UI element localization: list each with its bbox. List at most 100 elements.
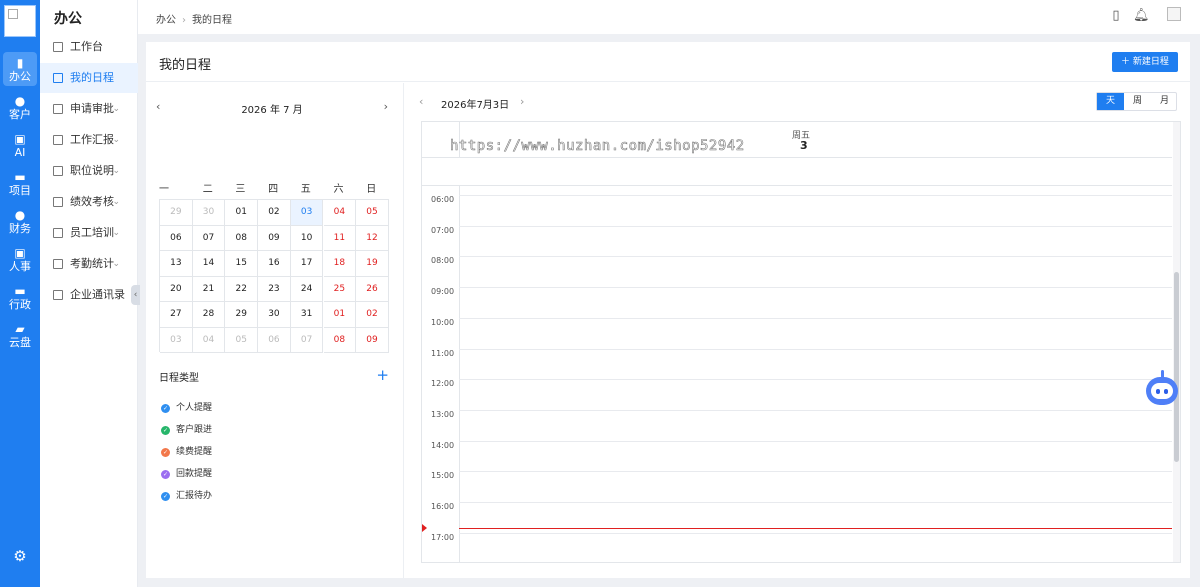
prev-day-icon[interactable]: ‹ [419,95,423,108]
schedule-type-item[interactable]: ✓ 个人提醒 [161,401,281,415]
calendar-day[interactable]: 16 [258,251,291,277]
calendar-day[interactable]: 21 [192,276,226,302]
hour-line [459,379,1172,381]
menu-item-2[interactable]: 申请审批 ⌄ [40,94,138,124]
hour-row[interactable]: 11:00 [422,348,1172,380]
hour-row[interactable]: 09:00 [422,287,1172,318]
calendar-day[interactable]: 17 [290,251,324,277]
menu-item-1[interactable]: 我的日程 [40,63,138,93]
calendar-day[interactable]: 28 [192,302,226,328]
scrollbar-thumb[interactable] [1174,272,1179,462]
bell-icon[interactable]: 🔔︎ [1133,9,1150,23]
calendar-day[interactable]: 07 [290,327,324,353]
menu-item-0[interactable]: 工作台 [40,32,138,62]
next-day-icon[interactable]: › [520,95,524,108]
calendar-day[interactable]: 05 [225,327,259,353]
collapse-sidebar-button[interactable]: ‹ [131,285,140,305]
rail-item-1[interactable]: ● 客户 [3,90,37,124]
rail-item-2[interactable]: ▣ AI [3,128,37,162]
hour-row[interactable]: 12:00 [422,379,1172,410]
rail-item-0[interactable]: ▮ 办公 [3,52,37,86]
calendar-day[interactable]: 08 [323,327,357,353]
calendar-day[interactable]: 27 [160,302,193,328]
rail-item-7[interactable]: ▰ 云盘 [3,318,37,352]
calendar-day[interactable]: 09 [258,225,291,251]
assistant-robot-icon[interactable] [1143,368,1181,408]
calendar-day[interactable]: 25 [323,276,357,302]
hour-row[interactable]: 10:00 [422,317,1172,349]
calendar-day[interactable]: 10 [290,225,324,251]
menu-item-4[interactable]: 职位说明 ⌄ [40,156,138,186]
calendar-day[interactable]: 05 [356,200,389,226]
calendar-day[interactable]: 11 [323,225,357,251]
calendar-day[interactable]: 06 [160,225,193,251]
calendar-day[interactable]: 04 [323,200,357,226]
rail-item-6[interactable]: ▬ 行政 [3,280,37,314]
menu-title: 办公 [54,11,82,27]
calendar-day[interactable]: 03 [290,200,324,226]
hour-label: 08:00 [431,256,455,266]
weekday-label: 二 [202,184,213,195]
schedule-type-item[interactable]: ✓ 续费提醒 [161,445,281,459]
calendar-day[interactable]: 06 [258,327,291,353]
breadcrumb-root[interactable]: 办公 [156,15,176,26]
hour-row[interactable]: 14:00 [422,440,1172,472]
calendar-day[interactable]: 29 [160,200,193,226]
settings-icon[interactable]: ⚙ [12,548,28,564]
new-schedule-button[interactable]: ＋ 新建日程 [1112,52,1178,72]
calendar-day[interactable]: 23 [258,276,291,302]
calendar-day[interactable]: 24 [290,276,324,302]
schedule-type-item[interactable]: ✓ 汇报待办 [161,489,281,503]
calendar-day[interactable]: 19 [356,251,389,277]
hour-row[interactable]: 17:00 [422,532,1172,562]
menu-item-6[interactable]: 员工培训 ⌄ [40,218,138,248]
calendar-day[interactable]: 01 [323,302,357,328]
menu-item-7[interactable]: 考勤统计 ⌄ [40,249,138,279]
add-type-icon[interactable]: + [376,366,389,384]
calendar-day[interactable]: 15 [225,251,259,277]
calendar-day[interactable]: 08 [225,225,259,251]
app-logo[interactable] [4,5,36,37]
calendar-day[interactable]: 02 [356,302,389,328]
calendar-day[interactable]: 30 [192,200,226,226]
calendar-day[interactable]: 26 [356,276,389,302]
calendar-day[interactable]: 04 [192,327,226,353]
view-tab-0[interactable]: 天 [1097,93,1124,110]
document-icon[interactable]: ▯ [1109,9,1123,23]
calendar-day[interactable]: 03 [160,327,193,353]
hour-row[interactable]: 15:00 [422,471,1172,502]
next-month-icon[interactable]: › [384,100,388,113]
calendar-day[interactable]: 09 [356,327,389,353]
all-day-row[interactable] [422,158,1172,186]
menu-item-3[interactable]: 工作汇报 ⌄ [40,125,138,155]
calendar-day[interactable]: 02 [258,200,291,226]
calendar-day[interactable]: 01 [225,200,259,226]
hour-row[interactable]: 08:00 [422,256,1172,287]
schedule-card: 我的日程 ＋ 新建日程 ‹ 2026 年 7 月 › 一二三四五六日 29 30 0… [146,42,1190,578]
calendar-day[interactable]: 14 [192,251,226,277]
schedule-type-item[interactable]: ✓ 回款提醒 [161,467,281,481]
hour-row[interactable]: 13:00 [422,409,1172,441]
hour-row[interactable]: 06:00 [422,195,1172,226]
view-tab-2[interactable]: 月 [1151,93,1178,110]
calendar-day[interactable]: 31 [290,302,324,328]
calendar-day[interactable]: 22 [225,276,259,302]
rail-item-3[interactable]: ▬ 项目 [3,166,37,200]
timeline-scrollbar[interactable] [1173,122,1180,562]
menu-item-8[interactable]: 企业通讯录 [40,280,138,310]
rail-item-5[interactable]: ▣ 人事 [3,242,37,276]
hour-row[interactable]: 07:00 [422,225,1172,257]
schedule-type-item[interactable]: ✓ 客户跟进 [161,423,281,437]
calendar-day[interactable]: 29 [225,302,259,328]
calendar-day[interactable]: 13 [160,251,193,277]
calendar-day[interactable]: 07 [192,225,226,251]
avatar[interactable] [1167,7,1181,21]
calendar-day[interactable]: 18 [323,251,357,277]
view-tab-1[interactable]: 周 [1124,93,1151,110]
rail-item-4[interactable]: ● 财务 [3,204,37,238]
calendar-day[interactable]: 12 [356,225,389,251]
menu-item-5[interactable]: 绩效考核 ⌄ [40,187,138,217]
calendar-day[interactable]: 30 [258,302,291,328]
calendar-day[interactable]: 20 [160,276,193,302]
folder-icon: ▬ [14,170,26,184]
